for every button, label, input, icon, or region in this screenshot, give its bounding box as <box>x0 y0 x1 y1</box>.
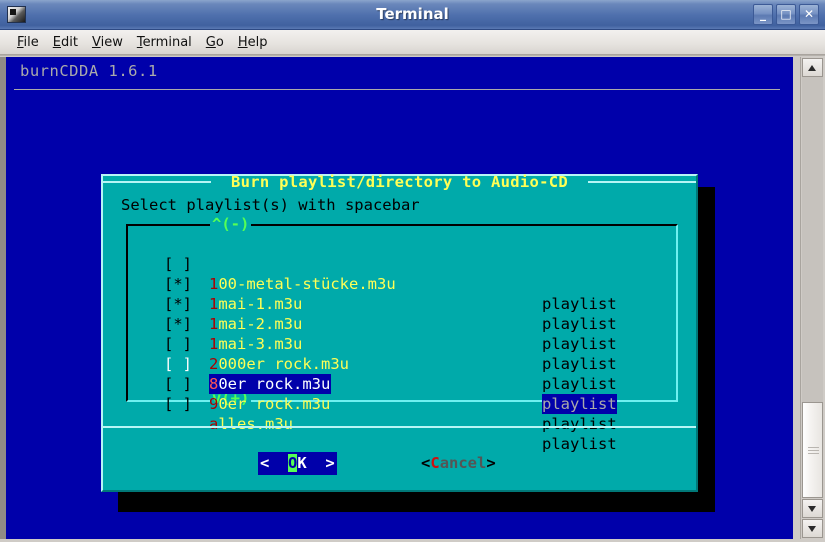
close-button[interactable]: ✕ <box>799 4 819 25</box>
app-header-rule <box>14 89 780 90</box>
dialog-prompt: Select playlist(s) with spacebar <box>121 196 420 214</box>
terminal-viewport: burnCDDA 1.6.1 Burn playlist/directory t… <box>0 55 825 542</box>
name-rest: lles.m3u <box>218 415 293 433</box>
scrollbar-down-arrow-icon-lower[interactable] <box>802 519 823 538</box>
window-titlebar: Terminal _ □ ✕ <box>0 0 825 30</box>
cancel-close-bracket: > <box>486 454 496 472</box>
window-title: Terminal <box>376 5 449 23</box>
list-item[interactable]: [*] 1mai-2.m3u playlist <box>128 274 680 353</box>
item-type-label: playlist <box>542 435 617 453</box>
scrollbar-grip-icon <box>808 447 819 454</box>
menu-item-help[interactable]: Help <box>231 33 275 52</box>
ok-button[interactable]: < OK > <box>258 452 337 475</box>
menu-help-label: elp <box>247 34 268 50</box>
scrollbar-up-arrow-icon[interactable] <box>802 58 823 77</box>
list-item[interactable]: [*] 1mai-1.m3u playlist <box>128 254 680 333</box>
playlist-rows: [ ] 100-metal-stücke.m3u playlist [*] 1m… <box>128 234 680 453</box>
burn-dialog: Burn playlist/directory to Audio-CD Sele… <box>101 173 698 492</box>
list-item[interactable]: [ ] 100-metal-stücke.m3u playlist <box>128 234 680 313</box>
list-item-selected[interactable]: [ ] 80er rock.m3u playlist <box>128 334 680 414</box>
cancel-label-rest: ancel <box>439 454 487 472</box>
list-item[interactable]: [ ] alles.m3u playlist <box>128 374 680 453</box>
menu-terminal-label: erminal <box>142 34 192 50</box>
item-type-label: playlist <box>542 394 617 414</box>
button-separator <box>103 426 696 428</box>
maximize-button[interactable]: □ <box>776 4 796 25</box>
ok-hotkey-char: O <box>288 454 298 472</box>
menu-file-label: ile <box>23 34 39 50</box>
app-header-text: burnCDDA 1.6.1 <box>20 62 158 80</box>
ok-label-rest: K <box>297 454 307 472</box>
menu-item-file[interactable]: File <box>10 33 46 52</box>
scrollbar-track[interactable] <box>802 77 823 402</box>
menubar: File Edit View Terminal Go Help <box>0 30 825 55</box>
ok-right-arrow: > <box>306 454 335 472</box>
cancel-button[interactable]: <Cancel> <box>421 452 496 475</box>
playlist-name: alles.m3u <box>209 414 293 434</box>
window-controls: _ □ ✕ <box>753 4 819 25</box>
menu-item-go[interactable]: Go <box>199 33 231 52</box>
playlist-listbox[interactable]: ^(-) v(+) [ ] 100-metal-stücke.m3u playl… <box>126 215 680 453</box>
menu-go-accel: G <box>205 34 216 50</box>
menu-go-label: o <box>215 34 224 50</box>
menu-edit-label: dit <box>61 34 78 50</box>
scrollbar-down-arrow-icon-upper[interactable] <box>802 499 823 518</box>
scroll-up-indicator[interactable]: ^(-) <box>210 215 252 233</box>
terminal-screen[interactable]: burnCDDA 1.6.1 Burn playlist/directory t… <box>6 57 793 539</box>
checkbox[interactable]: [ ] <box>164 394 192 414</box>
cancel-hotkey-char: C <box>430 454 440 472</box>
menu-item-edit[interactable]: Edit <box>46 33 85 52</box>
menu-item-view[interactable]: View <box>85 33 130 52</box>
hotkey-char: a <box>209 415 219 433</box>
list-item[interactable]: [*] 1mai-3.m3u playlist <box>128 294 680 373</box>
dialog-title: Burn playlist/directory to Audio-CD <box>230 173 569 191</box>
list-item[interactable]: [ ] 2000er rock.m3u playlist <box>128 314 680 393</box>
item-type-label: playlist <box>542 415 617 433</box>
scrollbar-thumb[interactable] <box>802 402 823 498</box>
menu-item-terminal[interactable]: Terminal <box>130 33 199 52</box>
cancel-open-bracket: < <box>421 454 431 472</box>
terminal-scrollbar[interactable] <box>800 57 824 539</box>
menu-view-accel: V <box>91 34 101 50</box>
menu-view-label: iew <box>100 34 123 50</box>
menu-help-accel: H <box>237 34 248 50</box>
menu-edit-accel: E <box>52 34 61 50</box>
minimize-button[interactable]: _ <box>753 4 773 25</box>
ok-left-arrow: < <box>260 454 288 472</box>
list-item[interactable]: [ ] 90er rock.m3u playlist <box>128 354 680 433</box>
terminal-window: Terminal _ □ ✕ File Edit View Terminal G… <box>0 0 825 542</box>
dialog-buttons: < OK > <Cancel> <box>103 452 696 476</box>
